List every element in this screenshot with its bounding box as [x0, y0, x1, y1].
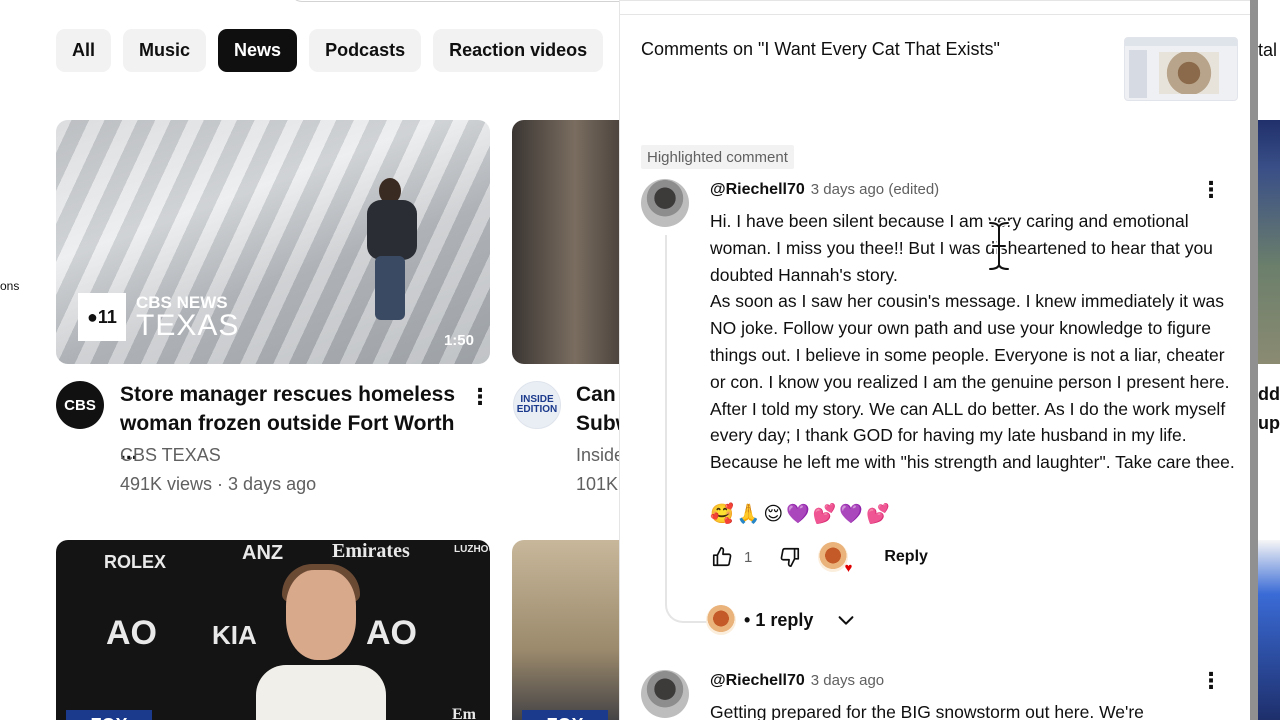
sponsor-text: LUZHOU: [454, 544, 490, 555]
video-thumbnail[interactable]: ROLEX ANZ Emirates LUZHOU AO KIA AO Em F…: [56, 540, 490, 720]
thumbnail-person: [361, 178, 421, 328]
chevron-down-icon: [838, 616, 854, 625]
like-count: 1: [744, 548, 753, 566]
comment-emojis: 🥰🙏😌💜💕💜💕: [710, 504, 893, 525]
comment-actions: 1 ♥ Reply: [710, 540, 928, 575]
video-mini-thumbnail[interactable]: [1124, 37, 1238, 101]
view-replies-button[interactable]: • 1 reply: [706, 605, 857, 635]
fox-logo: FOX: [522, 710, 608, 720]
logo-region-text: TEXAS: [136, 308, 240, 342]
creator-heart-icon: ♥: [818, 542, 852, 575]
comments-panel-title: Comments on "I Want Every Cat That Exist…: [641, 39, 1000, 59]
channel-name[interactable]: CBS TEXAS: [120, 441, 316, 470]
views-and-date: 491K views · 3 days ago: [120, 474, 317, 494]
panel-scrollbar[interactable]: [1250, 0, 1258, 720]
commenter-avatar[interactable]: [641, 670, 689, 718]
highlighted-comment-label: Highlighted comment: [641, 145, 794, 169]
comments-panel-header: Comments on "I Want Every Cat That Exist…: [620, 0, 1250, 120]
sidebar-fragment-text: ons: [0, 279, 20, 293]
comment-timestamp[interactable]: 3 days ago: [811, 672, 884, 689]
channel-avatar[interactable]: CBS: [56, 381, 104, 429]
thread-connector-line: [665, 235, 707, 623]
sponsor-text: Emirates: [332, 540, 410, 562]
video-thumbnail[interactable]: ●11 CBS NEWS TEXAS 1:50: [56, 120, 490, 364]
thumbnail-person: [246, 564, 396, 720]
cbs-logo-mark: ●11: [78, 293, 126, 341]
comment-header: @Riechell70 3 days ago (edited): [710, 181, 939, 199]
comment-header: @Riechell70 3 days ago: [710, 672, 884, 690]
sponsor-text: ROLEX: [104, 552, 167, 572]
views-and-date: 101K: [576, 474, 619, 494]
comment-timestamp[interactable]: 3 days ago (edited): [811, 181, 939, 198]
filter-chips: All Music News Podcasts Reaction videos: [56, 29, 604, 72]
video-thumbnail-fragment[interactable]: [1258, 120, 1280, 364]
replies-count-label: • 1 reply: [744, 609, 814, 630]
chip-reaction-videos[interactable]: Reaction videos: [433, 29, 604, 72]
title-fragment: dd: [1258, 384, 1280, 404]
fox-logo: FOX: [66, 710, 152, 720]
chip-podcasts[interactable]: Podcasts: [309, 29, 422, 72]
background-page-edge: tal dd up: [1250, 0, 1280, 720]
chip-fragment: tal: [1258, 40, 1278, 60]
video-duration: 1:50: [443, 332, 474, 349]
video-thumbnail-fragment[interactable]: [1258, 540, 1280, 720]
reply-button[interactable]: Reply: [884, 548, 928, 566]
channel-avatar[interactable]: INSIDE EDITION: [513, 381, 561, 429]
like-icon[interactable]: [710, 545, 734, 569]
sponsor-text: ANZ: [242, 542, 284, 564]
video-meta: CBS TEXAS 491K views · 3 days ago: [120, 441, 316, 499]
dislike-icon[interactable]: [778, 545, 802, 569]
comments-panel: Comments on "I Want Every Cat That Exist…: [620, 0, 1250, 720]
text-cursor-icon: [987, 220, 1011, 272]
chip-all[interactable]: All: [56, 29, 112, 72]
commenter-avatar[interactable]: [641, 179, 689, 227]
search-bar-edge[interactable]: [290, 0, 620, 2]
video-meta: Inside 101K: [576, 441, 620, 499]
comment-text: Hi. I have been silent because I am very…: [710, 211, 1235, 473]
more-options-icon[interactable]: ⋮: [469, 383, 491, 411]
comment-more-options-icon[interactable]: ⋮: [1200, 176, 1222, 204]
reply-author-avatar: [706, 605, 736, 635]
comment-text: Getting prepared for the BIG snowstorm o…: [710, 702, 1144, 720]
sponsor-text: Em: [452, 706, 476, 720]
comment-author[interactable]: @Riechell70: [710, 181, 805, 199]
chip-music[interactable]: Music: [123, 29, 207, 72]
sponsor-text: AO: [106, 614, 157, 652]
logo-news-text: CBS NEWS: [136, 292, 228, 312]
channel-name[interactable]: Inside: [576, 441, 620, 470]
cbs-texas-logo: ●11 CBS NEWS TEXAS: [78, 293, 239, 341]
title-fragment: up: [1258, 413, 1280, 433]
comment-author[interactable]: @Riechell70: [710, 672, 805, 690]
comment-more-options-icon[interactable]: ⋮: [1200, 667, 1222, 695]
chip-news[interactable]: News: [218, 29, 298, 72]
